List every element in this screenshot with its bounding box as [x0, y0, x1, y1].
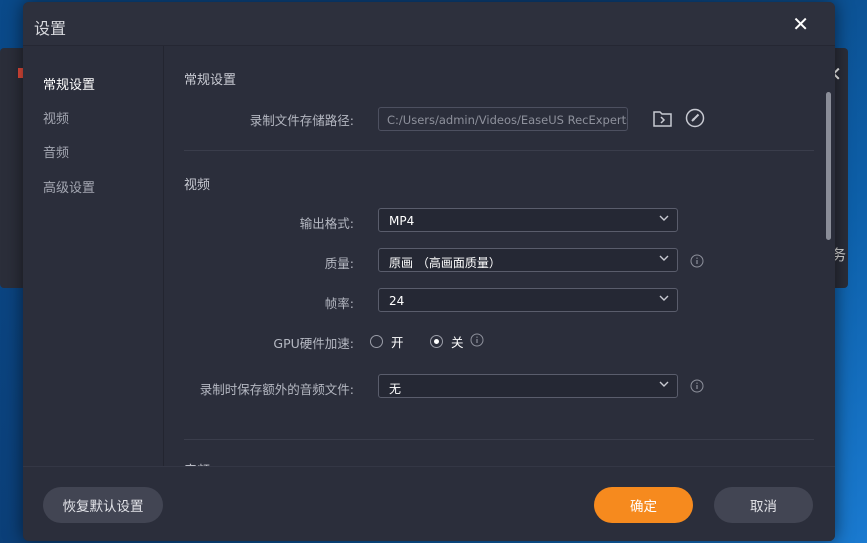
settings-content: 常规设置 录制文件存储路径: C:/Users/admin/Videos/Eas… [164, 46, 835, 466]
gpu-off-radio[interactable]: 关 [430, 332, 464, 351]
compass-edit-icon[interactable] [684, 107, 706, 129]
framerate-value: 24 [389, 294, 405, 308]
quality-label: 质量: [324, 256, 354, 271]
section-title-general: 常规设置 [184, 73, 237, 88]
sidebar-item-audio[interactable]: 音频 [43, 142, 69, 161]
section-divider [184, 439, 814, 440]
framerate-label: 帧率: [324, 296, 354, 311]
reset-defaults-button[interactable]: 恢复默认设置 [43, 487, 163, 523]
section-title-video: 视频 [184, 178, 211, 193]
content-scrollbar[interactable] [826, 92, 831, 240]
section-divider [184, 150, 814, 151]
format-select[interactable]: MP4 [378, 208, 678, 232]
chevron-down-icon [659, 295, 669, 301]
format-label: 输出格式: [299, 216, 354, 231]
chevron-down-icon [659, 381, 669, 387]
dialog-footer: 恢复默认设置 确定 取消 [23, 466, 835, 541]
gpu-label: GPU硬件加速: [273, 336, 354, 351]
quality-select[interactable]: 原画 （高画面质量） [378, 248, 678, 272]
folder-open-icon[interactable] [652, 107, 674, 129]
info-icon[interactable] [470, 333, 484, 347]
close-icon[interactable]: ✕ [792, 12, 809, 36]
info-icon[interactable] [690, 254, 704, 268]
quality-value: 原画 （高画面质量） [389, 256, 501, 270]
save-path-label: 录制文件存储路径: [249, 113, 354, 128]
sidebar-item-advanced[interactable]: 高级设置 [43, 177, 95, 196]
cancel-button[interactable]: 取消 [714, 487, 813, 523]
framerate-select[interactable]: 24 [378, 288, 678, 312]
settings-dialog: 设置 ✕ 常规设置 视频 音频 高级设置 常规设置 录制文件存储路径: C:/U… [23, 2, 835, 541]
dialog-titlebar: 设置 ✕ [23, 2, 835, 46]
gpu-on-radio[interactable]: 开 [370, 332, 404, 351]
extra-audio-label: 录制时保存额外的音频文件: [199, 382, 354, 397]
save-path-field[interactable]: C:/Users/admin/Videos/EaseUS RecExperts [378, 107, 628, 131]
dialog-title: 设置 [34, 19, 67, 38]
radio-unselected-icon [370, 335, 383, 348]
gpu-on-label: 开 [391, 335, 404, 350]
gpu-off-label: 关 [451, 335, 464, 350]
extra-audio-select[interactable]: 无 [378, 374, 678, 398]
sidebar-item-general[interactable]: 常规设置 [43, 74, 95, 93]
ok-button[interactable]: 确定 [594, 487, 693, 523]
settings-sidebar: 常规设置 视频 音频 高级设置 [23, 46, 164, 466]
chevron-down-icon [659, 215, 669, 221]
info-icon[interactable] [690, 379, 704, 393]
format-value: MP4 [389, 214, 415, 228]
radio-selected-icon [430, 335, 443, 348]
sidebar-item-video[interactable]: 视频 [43, 108, 69, 127]
extra-audio-value: 无 [389, 382, 402, 396]
chevron-down-icon [659, 255, 669, 261]
